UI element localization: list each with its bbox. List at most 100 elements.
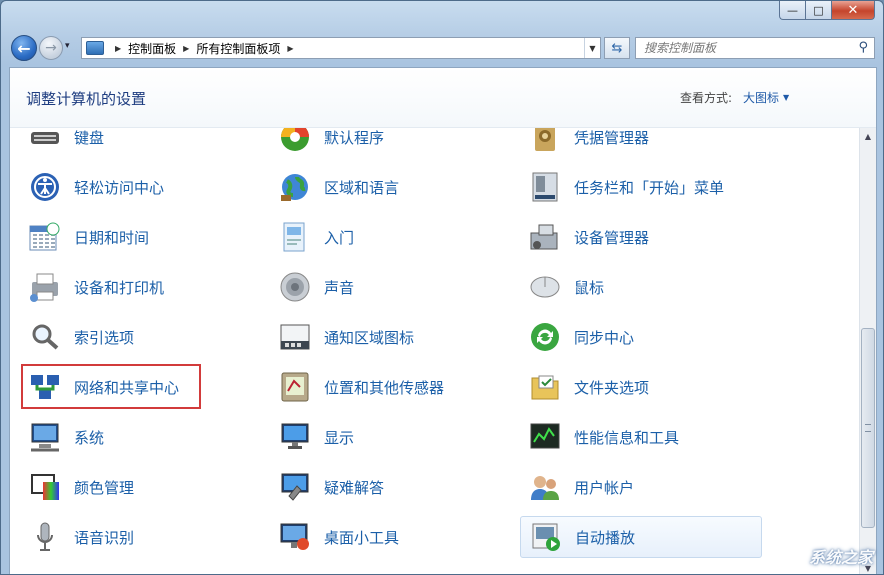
content-header: 调整计算机的设置 查看方式: 大图标 ▼ [10,68,876,128]
control-panel-item-label: 默认程序 [324,128,385,147]
printer-icon [28,270,62,304]
watermark-logo: 系统之家 [808,548,873,567]
notification-area-icon [278,320,312,354]
control-panel-item[interactable]: 显示 [270,416,512,458]
control-panel-item[interactable]: 语音识别 [20,516,262,558]
control-panel-item-label: 入门 [324,228,355,247]
control-panel-item-label: 凭据管理器 [574,128,650,147]
address-dropdown-icon[interactable]: ▼ [584,38,600,58]
refresh-button[interactable]: ⇆ [604,37,630,59]
navigation-bar: ← → ▾ ▶ 控制面板 ▶ 所有控制面板项 ▶ ▼ ⇆ ⚲ [1,29,883,65]
control-panel-item-label: 颜色管理 [74,478,135,497]
control-panel-item[interactable]: 入门 [270,216,512,258]
control-panel-item-label: 显示 [324,428,355,447]
vertical-scrollbar[interactable]: ▲ ▼ [859,128,876,574]
control-panel-item-label: 系统 [74,428,105,447]
close-button[interactable]: ✕ [831,1,875,20]
performance-icon [528,420,562,454]
content-pane: 调整计算机的设置 查看方式: 大图标 ▼ 键盘 默认程序 凭据管理器轻松访问中心 区域… [9,67,877,574]
control-panel-window: — □ ✕ ← → ▾ ▶ 控制面板 ▶ 所有控制面板项 ▶ ▼ ⇆ ⚲ 调整计… [0,0,884,575]
calendar-clock-icon [28,220,62,254]
control-panel-item-label: 自动播放 [575,528,636,547]
sync-icon [528,320,562,354]
control-panel-item[interactable]: 文件夹选项 [520,366,762,408]
control-panel-item[interactable]: 疑难解答 [270,466,512,508]
control-panel-item[interactable]: 位置和其他传感器 [270,366,512,408]
globe-icon [278,170,312,204]
control-panel-item-label: 语音识别 [74,528,135,547]
caption-buttons: — □ ✕ [779,1,875,21]
control-panel-item-label: 文件夹选项 [574,378,650,397]
control-panel-item[interactable]: 用户帐户 [520,466,762,508]
color-management-icon [28,470,62,504]
highlight-box [21,364,201,409]
speaker-icon [278,270,312,304]
control-panel-item[interactable]: 鼠标 [520,266,762,308]
control-panel-item[interactable]: 性能信息和工具 [520,416,762,458]
control-panel-item-label: 设备管理器 [574,228,650,247]
back-button[interactable]: ← [11,35,37,61]
control-panel-item[interactable]: 系统 [20,416,262,458]
control-panel-item-label: 桌面小工具 [324,528,400,547]
control-panel-item-label: 轻松访问中心 [74,178,165,197]
user-accounts-icon [528,470,562,504]
search-box[interactable]: ⚲ [635,37,875,59]
search-icon[interactable]: ⚲ [858,40,868,55]
breadcrumb-all-items[interactable]: 所有控制面板项 [196,40,280,57]
view-by-value: 大图标 [743,91,780,105]
view-by-dropdown[interactable]: 大图标 ▼ [743,89,789,106]
control-panel-item[interactable]: 声音 [270,266,512,308]
folder-options-icon [528,370,562,404]
control-panel-item[interactable]: 默认程序 [270,128,512,158]
system-icon [28,420,62,454]
control-panel-item[interactable]: 轻松访问中心 [20,166,262,208]
page-title: 调整计算机的设置 [26,90,147,108]
control-panel-item[interactable]: 设备和打印机 [20,266,262,308]
control-panel-item[interactable]: 设备管理器 [520,216,762,258]
magnifier-icon [28,320,62,354]
control-panel-item-label: 性能信息和工具 [574,428,680,447]
control-panel-icon [86,41,104,55]
scroll-up-icon[interactable]: ▲ [860,128,876,145]
control-panel-item-label: 区域和语言 [324,178,400,197]
control-panel-item[interactable]: 自动播放 [520,516,762,558]
control-panel-item[interactable]: 桌面小工具 [270,516,512,558]
control-panel-item[interactable]: 颜色管理 [20,466,262,508]
recent-pages-dropdown[interactable]: ▾ [65,41,70,51]
refresh-icon: ⇆ [611,40,623,56]
chevron-right-icon[interactable]: ▶ [115,44,121,53]
getting-started-icon [278,220,312,254]
control-panel-item-label: 疑难解答 [324,478,385,497]
control-panel-item[interactable]: 键盘 [20,128,262,158]
mouse-icon [528,270,562,304]
search-input[interactable] [644,39,854,57]
control-panel-item[interactable]: 凭据管理器 [520,128,762,158]
minimize-button[interactable]: — [779,1,805,20]
control-panel-item-label: 位置和其他传感器 [324,378,445,397]
scroll-thumb[interactable] [861,328,875,528]
chevron-right-icon[interactable]: ▶ [183,44,189,53]
control-panel-item[interactable]: 任务栏和「开始」菜单 [520,166,762,208]
control-panel-item-label: 键盘 [74,128,105,147]
address-bar[interactable]: ▶ 控制面板 ▶ 所有控制面板项 ▶ ▼ [81,37,601,59]
gadgets-icon [278,520,312,554]
chevron-right-icon[interactable]: ▶ [287,44,293,53]
view-by-label: 查看方式: [680,91,733,105]
control-panel-item-label: 同步中心 [574,328,635,347]
control-panel-item-label: 设备和打印机 [74,278,165,297]
control-panel-item[interactable]: 索引选项 [20,316,262,358]
display-icon [278,420,312,454]
control-panel-item[interactable]: 日期和时间 [20,216,262,258]
taskbar-icon [528,170,562,204]
control-panel-item[interactable]: 同步中心 [520,316,762,358]
maximize-button[interactable]: □ [805,1,831,20]
control-panel-item[interactable]: 通知区域图标 [270,316,512,358]
control-panel-item[interactable]: 区域和语言 [270,166,512,208]
location-sensor-icon [278,370,312,404]
items-grid: 键盘 默认程序 凭据管理器 轻松访问中心 区域和语言 任务栏和「开始」菜单 日期和时间 入门设… [10,128,858,574]
default-programs-icon [278,128,312,154]
control-panel-item-label: 鼠标 [574,278,605,297]
chevron-down-icon: ▼ [783,93,790,102]
breadcrumb-control-panel[interactable]: 控制面板 [128,40,176,57]
forward-button[interactable]: → [39,36,63,60]
